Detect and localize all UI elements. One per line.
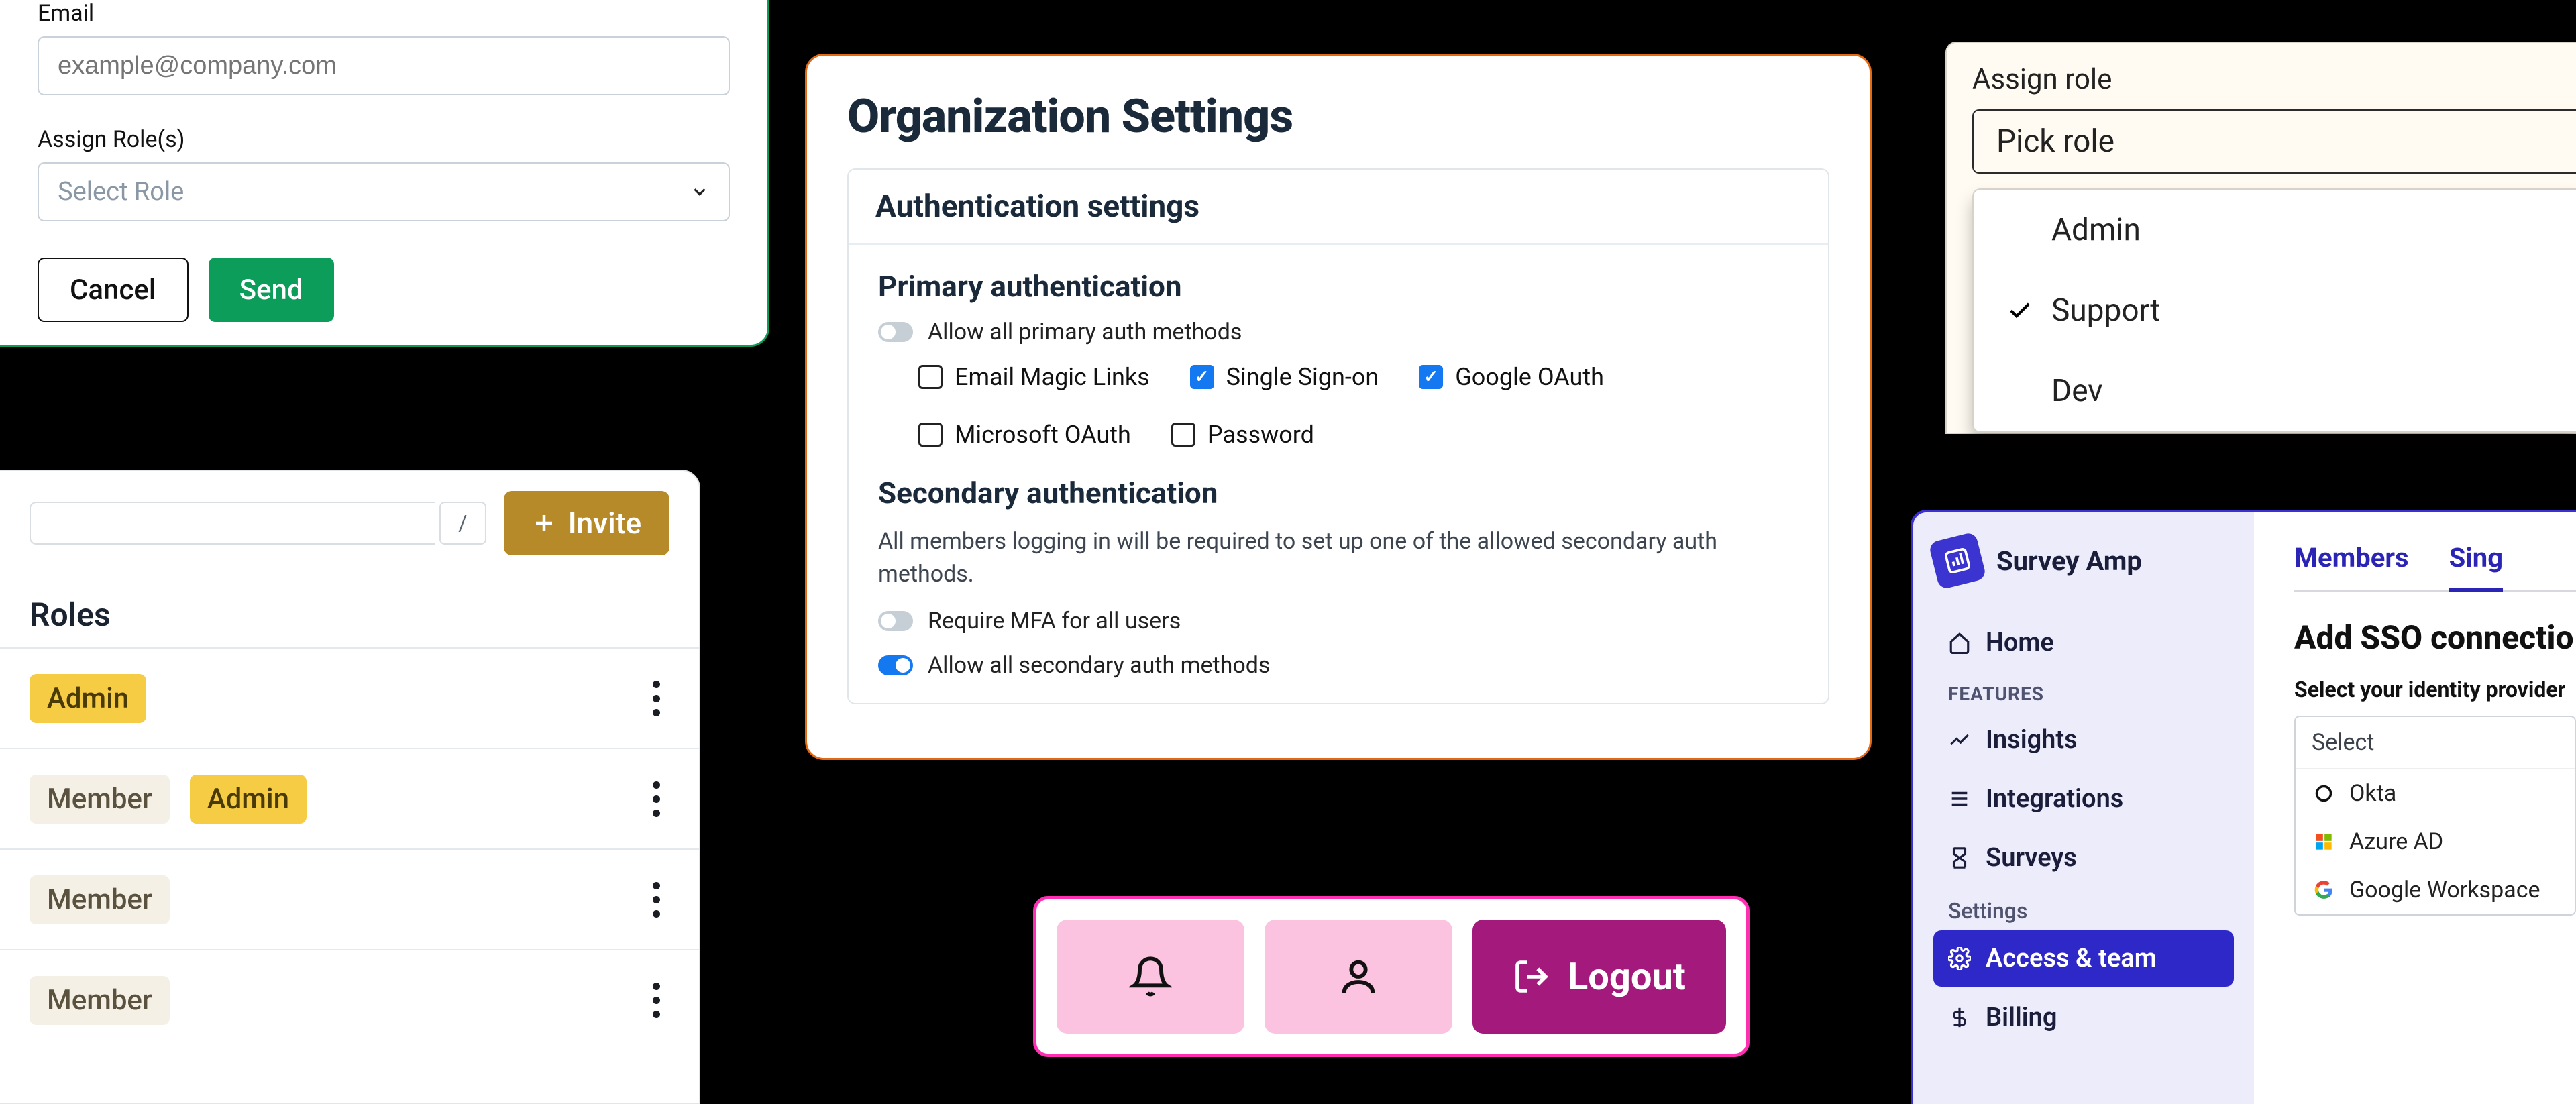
roles-list: Admin Member Admin Member Member xyxy=(30,649,669,1050)
tab-single-sign-on[interactable]: Sing xyxy=(2449,542,2504,592)
nav-surveys[interactable]: Surveys xyxy=(1933,830,2234,886)
role-badge-admin: Admin xyxy=(30,674,146,723)
app-brand: Survey Amp xyxy=(1933,537,2234,585)
idp-option-azure[interactable]: Azure AD xyxy=(2296,818,2575,866)
role-badge-member: Member xyxy=(30,775,170,824)
assign-role-option[interactable]: Support xyxy=(1974,270,2576,351)
role-row: Admin xyxy=(30,649,669,748)
gear-icon xyxy=(1948,947,1971,970)
logout-label: Logout xyxy=(1568,954,1686,999)
assign-role-placeholder: Pick role xyxy=(1996,123,2114,160)
cancel-button[interactable]: Cancel xyxy=(38,258,189,322)
role-row: Member xyxy=(30,950,669,1050)
auth-method-checkbox[interactable]: Microsoft OAuth xyxy=(918,421,1131,449)
idp-option-okta[interactable]: Okta xyxy=(2296,769,2575,818)
secondary-auth-description: All members logging in will be required … xyxy=(878,525,1799,592)
auth-method-checkbox[interactable]: Single Sign-on xyxy=(1190,363,1379,391)
bell-icon xyxy=(1129,955,1172,998)
idp-option-google[interactable]: Google Workspace xyxy=(2296,866,2575,914)
allow-all-secondary-label: Allow all secondary auth methods xyxy=(928,652,1270,679)
nav-insights[interactable]: Insights xyxy=(1933,712,2234,768)
nav-home[interactable]: Home xyxy=(1933,614,2234,671)
idp-select-placeholder: Select xyxy=(2296,717,2575,769)
email-label: Email xyxy=(38,0,730,27)
assign-role-panel: Assign role Pick role Admin Support Dev xyxy=(1945,42,2576,434)
role-badge-member: Member xyxy=(30,976,170,1025)
assign-role-menu: Admin Support Dev xyxy=(1972,188,2576,433)
user-actions-bar: Logout xyxy=(1033,896,1750,1057)
assign-roles-label: Assign Role(s) xyxy=(38,126,730,153)
email-input[interactable] xyxy=(38,36,730,95)
surveys-icon xyxy=(1948,846,1971,869)
authentication-settings-card: Authentication settings Primary authenti… xyxy=(847,168,1829,704)
send-button[interactable]: Send xyxy=(209,258,334,322)
sso-sublabel: Select your identity provider xyxy=(2294,677,2576,702)
role-row: Member Admin xyxy=(30,749,669,848)
okta-icon xyxy=(2312,781,2336,806)
role-badge-member: Member xyxy=(30,875,170,924)
nav-billing[interactable]: Billing xyxy=(1933,989,2234,1046)
tabs: Members Sing xyxy=(2294,542,2576,592)
assign-role-label: Assign role xyxy=(1972,63,2576,96)
google-icon xyxy=(2312,878,2336,902)
allow-all-primary-label: Allow all primary auth methods xyxy=(928,319,1242,345)
allow-all-secondary-toggle[interactable] xyxy=(878,655,913,675)
row-actions-button[interactable] xyxy=(643,781,669,817)
home-icon xyxy=(1948,631,1971,654)
require-mfa-toggle[interactable] xyxy=(878,611,913,631)
check-icon xyxy=(2004,297,2035,324)
role-select[interactable]: Select Role xyxy=(38,162,730,221)
logout-icon xyxy=(1513,958,1550,995)
app-name: Survey Amp xyxy=(1996,545,2142,577)
roles-heading: Roles xyxy=(30,596,669,634)
notifications-button[interactable] xyxy=(1057,920,1244,1034)
nav-access-team[interactable]: Access & team xyxy=(1933,930,2234,987)
keyboard-shortcut-hint: / xyxy=(439,502,486,545)
require-mfa-label: Require MFA for all users xyxy=(928,608,1181,634)
integrations-icon xyxy=(1948,787,1971,810)
tab-members[interactable]: Members xyxy=(2294,542,2409,590)
plus-icon xyxy=(532,511,556,535)
search-input[interactable] xyxy=(30,502,435,545)
row-actions-button[interactable] xyxy=(643,681,669,716)
logo-icon xyxy=(1928,531,1986,590)
sso-heading: Add SSO connectio xyxy=(2294,618,2576,657)
auth-method-checkbox[interactable]: Email Magic Links xyxy=(918,363,1150,391)
invite-button[interactable]: Invite xyxy=(504,491,669,555)
user-icon xyxy=(1337,955,1380,998)
nav-section-label: Settings xyxy=(1948,898,2234,924)
sidebar: Survey Amp Home FEATURES Insights Integr… xyxy=(1913,512,2254,1104)
assign-role-option[interactable]: Dev xyxy=(1974,351,2576,431)
survey-amp-app: Survey Amp Home FEATURES Insights Integr… xyxy=(1911,510,2576,1104)
role-row: Member xyxy=(30,850,669,949)
nav-section-label: FEATURES xyxy=(1948,683,2234,705)
role-badge-admin: Admin xyxy=(190,775,307,824)
invite-user-panel: Email Assign Role(s) Select Role Cancel … xyxy=(0,0,769,347)
row-actions-button[interactable] xyxy=(643,882,669,918)
assign-role-select[interactable]: Pick role xyxy=(1972,109,2576,174)
nav-integrations[interactable]: Integrations xyxy=(1933,771,2234,827)
dollar-icon xyxy=(1948,1006,1971,1029)
allow-all-primary-toggle[interactable] xyxy=(878,322,913,342)
primary-methods-list: Email Magic Links Single Sign-on Google … xyxy=(878,363,1799,449)
organization-settings-panel: Organization Settings Authentication set… xyxy=(805,54,1872,760)
secondary-auth-heading: Secondary authentication xyxy=(878,476,1799,510)
roles-panel: / Invite Roles Admin Member Admin xyxy=(0,470,700,1104)
chevron-down-icon xyxy=(690,182,710,202)
auth-method-checkbox[interactable]: Google OAuth xyxy=(1419,363,1604,391)
role-select-placeholder: Select Role xyxy=(58,177,184,207)
invite-button-label: Invite xyxy=(568,506,641,541)
microsoft-icon xyxy=(2312,830,2336,854)
profile-button[interactable] xyxy=(1265,920,1452,1034)
card-heading: Authentication settings xyxy=(849,170,1828,245)
logout-button[interactable]: Logout xyxy=(1472,920,1726,1034)
insights-icon xyxy=(1948,728,1971,751)
page-title: Organization Settings xyxy=(847,89,1829,144)
assign-role-option[interactable]: Admin xyxy=(1974,190,2576,270)
primary-auth-heading: Primary authentication xyxy=(878,269,1799,304)
idp-select[interactable]: Select Okta Azure AD Google Workspace xyxy=(2294,716,2576,916)
main-content: Members Sing Add SSO connectio Select yo… xyxy=(2254,512,2576,1104)
auth-method-checkbox[interactable]: Password xyxy=(1171,421,1314,449)
row-actions-button[interactable] xyxy=(643,983,669,1018)
